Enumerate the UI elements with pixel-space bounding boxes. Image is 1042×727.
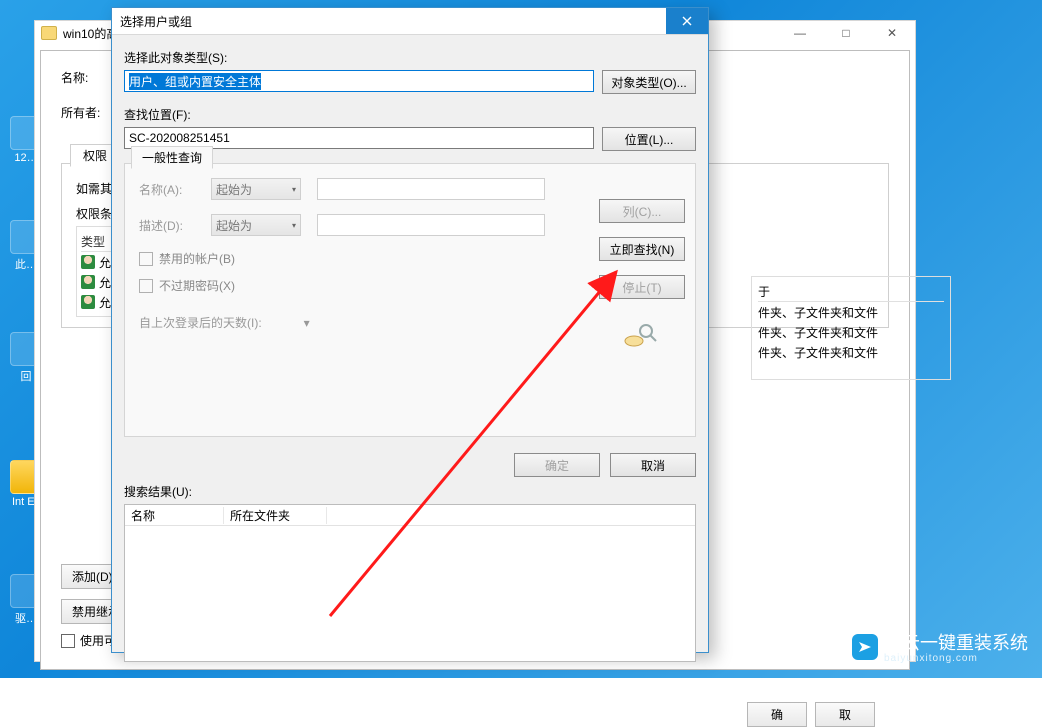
apply-cell: 件夹、子文件夹和文件 — [758, 322, 944, 342]
locations-button[interactable]: 位置(L)... — [602, 127, 696, 151]
results-col-folder[interactable]: 所在文件夹 — [224, 507, 327, 524]
ok-button[interactable]: 确 — [747, 702, 807, 727]
query-name-label: 名称(A): — [139, 181, 211, 198]
object-type-value: 用户、组或内置安全主体 — [129, 73, 261, 90]
apply-to-column: 于 件夹、子文件夹和文件 件夹、子文件夹和文件 件夹、子文件夹和文件 — [751, 276, 951, 576]
object-type-input[interactable]: 用户、组或内置安全主体 — [124, 70, 594, 92]
results-col-name[interactable]: 名称 — [125, 507, 224, 524]
watermark-text: 白云一键重装系统 — [884, 629, 1028, 655]
object-types-button[interactable]: 对象类型(O)... — [602, 70, 696, 94]
stop-button[interactable]: 停止(T) — [599, 275, 685, 299]
query-name-op-dropdown[interactable]: 起始为 ▾ — [211, 178, 301, 200]
dropdown-value: 起始为 — [216, 181, 252, 198]
user-icon — [81, 255, 95, 269]
dialog-ok-button[interactable]: 确定 — [514, 453, 600, 477]
watermark-icon — [852, 634, 878, 660]
checkbox-icon — [61, 634, 75, 648]
dialog-title: 选择用户或组 — [120, 13, 192, 30]
query-desc-input[interactable] — [317, 214, 545, 236]
checkbox-icon — [139, 279, 153, 293]
chevron-down-icon: ▾ — [292, 221, 296, 230]
close-icon — [682, 16, 692, 26]
maximize-button[interactable]: □ — [823, 21, 869, 45]
query-desc-label: 描述(D): — [139, 217, 211, 234]
minimize-button[interactable]: — — [777, 21, 823, 45]
days-since-login-label: 自上次登录后的天数(I): — [139, 314, 262, 331]
user-icon — [81, 295, 95, 309]
chevron-down-icon: ▾ — [292, 185, 296, 194]
query-desc-op-dropdown[interactable]: 起始为 ▾ — [211, 214, 301, 236]
location-label: 查找位置(F): — [124, 106, 696, 123]
column-apply: 于 — [758, 281, 944, 302]
chevron-down-icon: ▾ — [304, 316, 310, 330]
location-value: SC-202008251451 — [129, 131, 230, 145]
query-name-input[interactable] — [317, 178, 545, 200]
apply-cell: 件夹、子文件夹和文件 — [758, 302, 944, 322]
results-list[interactable]: 名称 所在文件夹 — [124, 504, 696, 662]
dialog-close-button[interactable] — [666, 8, 708, 34]
cancel-button[interactable]: 取 — [815, 702, 875, 727]
checkbox-label: 不过期密码(X) — [159, 277, 235, 294]
columns-button[interactable]: 列(C)... — [599, 199, 685, 223]
dialog-cancel-button[interactable]: 取消 — [610, 453, 696, 477]
checkbox-label: 禁用的帐户(B) — [159, 250, 235, 267]
close-button[interactable]: ✕ — [869, 21, 915, 45]
days-since-login-dropdown[interactable]: ▾ — [304, 316, 362, 330]
find-now-button[interactable]: 立即查找(N) — [599, 237, 685, 261]
object-type-label: 选择此对象类型(S): — [124, 49, 696, 66]
user-icon — [81, 275, 95, 289]
select-user-dialog: 选择用户或组 选择此对象类型(S): 用户、组或内置安全主体 对象类型(O)..… — [111, 7, 709, 653]
common-queries-panel: 一般性查询 列(C)... 立即查找(N) 停止(T) 名称(A): — [124, 163, 696, 437]
search-icon — [599, 317, 683, 353]
watermark: 白云一键重装系统 baiyunxitong.com — [852, 629, 1028, 664]
tab-common-queries[interactable]: 一般性查询 — [131, 146, 213, 169]
dialog-titlebar[interactable]: 选择用户或组 — [112, 8, 708, 35]
dropdown-value: 起始为 — [216, 217, 252, 234]
results-label: 搜索结果(U): — [124, 483, 708, 500]
apply-cell: 件夹、子文件夹和文件 — [758, 342, 944, 362]
checkbox-icon — [139, 252, 153, 266]
folder-icon — [41, 26, 57, 40]
desktop-background: 12… 此… 回 Int Ex 驱… win10的高 — □ ✕ 名称: — [0, 0, 1042, 678]
